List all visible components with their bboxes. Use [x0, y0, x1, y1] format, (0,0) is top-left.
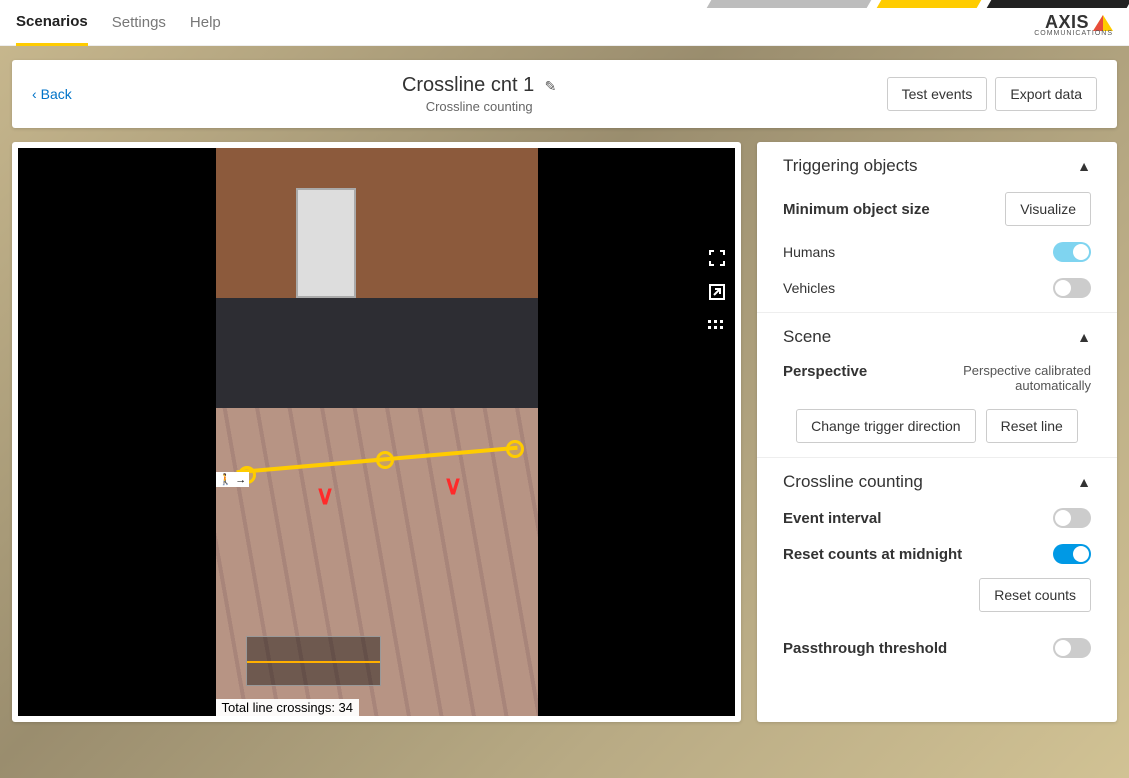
chevron-up-icon: ▲: [1077, 158, 1091, 174]
direction-arrow-icon: ∨: [444, 470, 463, 501]
scenario-header: ‹ Back Crossline cnt 1 ✎ Crossline count…: [12, 60, 1117, 128]
chevron-up-icon: ▲: [1077, 329, 1091, 345]
top-tabs: Scenarios Settings Help: [16, 0, 221, 46]
reset-line-button[interactable]: Reset line: [986, 409, 1078, 443]
edit-icon[interactable]: ✎: [545, 78, 557, 94]
export-data-button[interactable]: Export data: [995, 77, 1097, 111]
vehicles-label: Vehicles: [783, 280, 835, 296]
passthrough-toggle[interactable]: [1053, 638, 1091, 658]
back-link[interactable]: ‹ Back: [32, 86, 72, 102]
crossline-node[interactable]: [376, 451, 394, 469]
perspective-value: Perspective calibrated automatically: [891, 363, 1091, 393]
chevron-up-icon: ▲: [1077, 474, 1091, 490]
video-preview[interactable]: ∨ ∨ 🚶 → Total line crossings: 34: [18, 148, 735, 716]
reset-counts-button[interactable]: Reset counts: [979, 578, 1091, 612]
scenario-subtitle: Crossline counting: [72, 99, 887, 114]
perspective-label: Perspective: [783, 363, 867, 380]
crossline-node[interactable]: [506, 440, 524, 458]
brand-sub: COMMUNICATIONS: [1034, 30, 1113, 37]
section-triggering-objects[interactable]: Triggering objects ▲: [783, 156, 1091, 176]
tab-help[interactable]: Help: [190, 0, 221, 46]
pedestrian-icon: 🚶 →: [216, 472, 250, 487]
event-interval-toggle[interactable]: [1053, 508, 1091, 528]
event-interval-label: Event interval: [783, 510, 881, 527]
vehicles-toggle[interactable]: [1053, 278, 1091, 298]
tab-settings[interactable]: Settings: [112, 0, 166, 46]
tab-scenarios[interactable]: Scenarios: [16, 0, 88, 46]
chevron-left-icon: ‹: [32, 86, 37, 102]
total-crossings-label: Total line crossings: 34: [216, 699, 360, 716]
expand-icon[interactable]: [707, 282, 727, 302]
reset-midnight-toggle[interactable]: [1053, 544, 1091, 564]
grid-icon[interactable]: [707, 316, 727, 336]
reset-midnight-label: Reset counts at midnight: [783, 546, 962, 563]
video-preview-card: ∨ ∨ 🚶 → Total line crossings: 34: [12, 142, 741, 722]
change-trigger-direction-button[interactable]: Change trigger direction: [796, 409, 975, 443]
passthrough-label: Passthrough threshold: [783, 640, 947, 657]
section-crossline-counting[interactable]: Crossline counting ▲: [783, 472, 1091, 492]
settings-panel: Triggering objects ▲ Minimum object size…: [757, 142, 1117, 722]
humans-toggle[interactable]: [1053, 242, 1091, 262]
mini-chart: [246, 636, 381, 686]
humans-label: Humans: [783, 244, 835, 260]
visualize-button[interactable]: Visualize: [1005, 192, 1091, 226]
direction-arrow-icon: ∨: [316, 480, 335, 511]
scenario-title: Crossline cnt 1: [402, 74, 534, 96]
test-events-button[interactable]: Test events: [887, 77, 988, 111]
fullscreen-icon[interactable]: [707, 248, 727, 268]
min-object-size-label: Minimum object size: [783, 201, 930, 218]
section-scene[interactable]: Scene ▲: [783, 327, 1091, 347]
